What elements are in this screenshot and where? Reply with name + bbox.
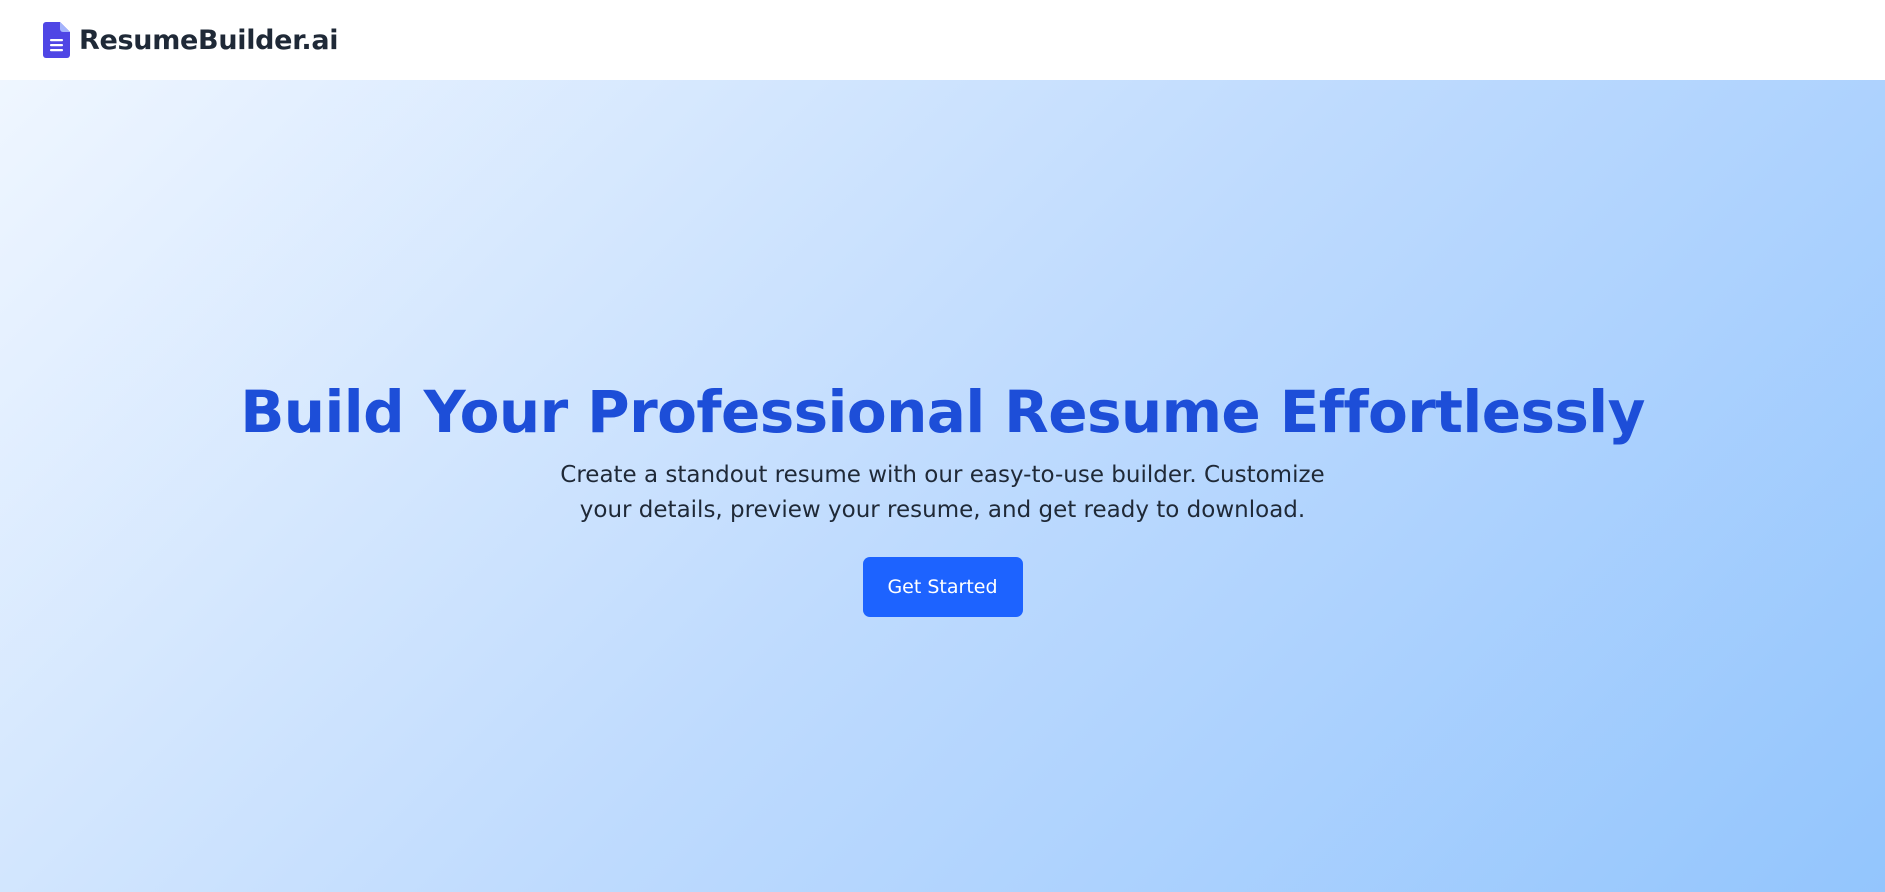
hero-section: Build Your Professional Resume Effortles… (0, 80, 1885, 892)
navbar: ResumeBuilder.ai (0, 0, 1885, 80)
get-started-button[interactable]: Get Started (862, 556, 1023, 617)
brand-name: ResumeBuilder.ai (79, 24, 339, 56)
hero-title: Build Your Professional Resume Effortles… (240, 378, 1645, 446)
document-icon (43, 22, 70, 58)
brand-link[interactable]: ResumeBuilder.ai (43, 22, 339, 58)
hero-subtitle: Create a standout resume with our easy-t… (560, 461, 1325, 523)
